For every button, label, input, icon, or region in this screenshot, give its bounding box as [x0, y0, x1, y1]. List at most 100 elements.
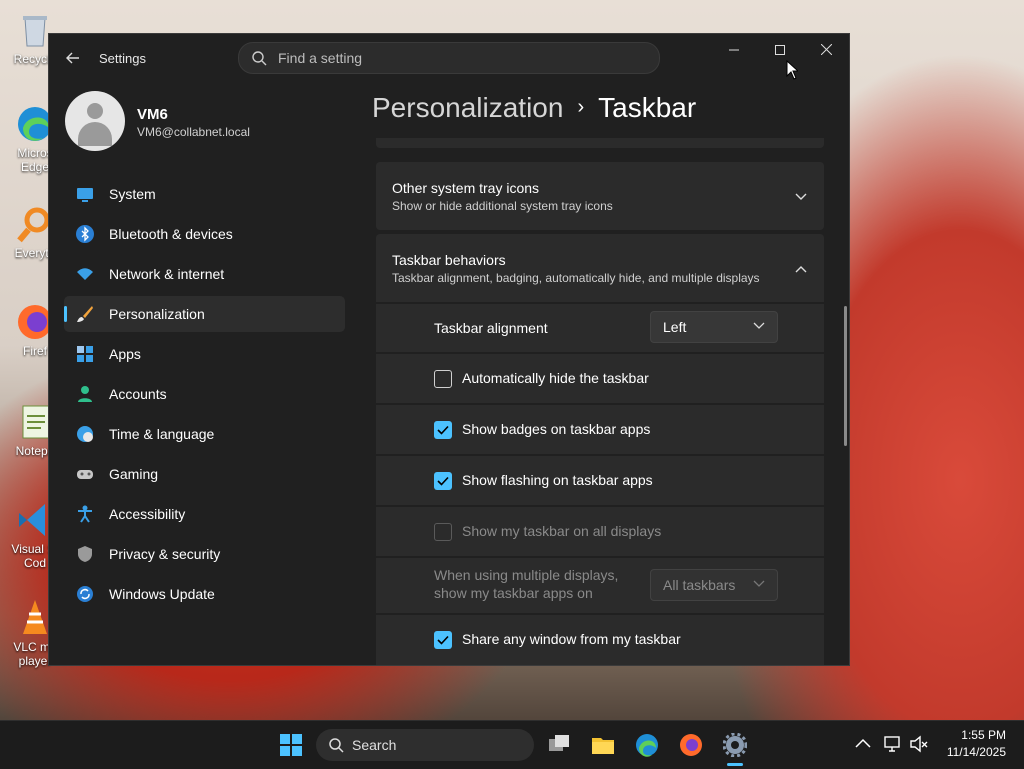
edge-icon[interactable] — [635, 733, 659, 757]
sidebar-item-privacy[interactable]: Privacy & security — [64, 536, 345, 572]
bluetooth-icon — [76, 225, 94, 243]
app-title: Settings — [99, 51, 146, 66]
avatar-body — [78, 122, 112, 146]
autohide-row: Automatically hide the taskbar — [376, 354, 824, 403]
breadcrumb-parent[interactable]: Personalization — [372, 92, 563, 123]
sidebar-item-label: Accessibility — [109, 506, 186, 522]
sidebar-item-accessibility[interactable]: Accessibility — [64, 496, 345, 532]
taskbar: Search 1:55 PM 11/14/2025 — [0, 720, 1024, 769]
chevron-up-icon — [795, 266, 807, 273]
multi-display-dropdown[interactable]: All taskbars — [650, 569, 778, 601]
all-displays-label: Show my taskbar on all displays — [462, 523, 662, 539]
multi-display-label-line2: show my taskbar apps on — [434, 585, 593, 601]
back-arrow-icon — [66, 52, 79, 64]
sidebar-item-personalization[interactable]: Personalization — [64, 296, 345, 332]
sidebar-item-label: Network & internet — [109, 266, 225, 282]
chevron-up-icon[interactable] — [853, 734, 873, 754]
task-view-icon[interactable] — [547, 733, 571, 757]
taskbar-behaviors-section[interactable]: Taskbar behaviors Taskbar alignment, bad… — [376, 234, 824, 302]
clock-date[interactable]: 11/14/2025 — [938, 745, 1006, 759]
minimize-button[interactable] — [711, 34, 757, 66]
avatar-head — [87, 103, 103, 119]
sidebar-nav: System Bluetooth & devices Network & int… — [64, 176, 345, 616]
avatar[interactable] — [65, 91, 125, 151]
chevron-down-icon — [795, 193, 807, 200]
sidebar-item-label: Personalization — [109, 306, 205, 322]
globe-clock-icon — [77, 426, 93, 442]
close-icon — [820, 43, 832, 56]
tray-icons-section[interactable]: Other system tray icons Show or hide add… — [376, 162, 824, 230]
close-button[interactable] — [803, 34, 849, 66]
sidebar-item-label: Windows Update — [109, 586, 215, 602]
gamepad-icon — [77, 470, 93, 479]
search-placeholder: Find a setting — [278, 50, 363, 66]
settings-content: Other system tray icons Show or hide add… — [376, 138, 824, 665]
breadcrumb-separator: › — [577, 96, 585, 118]
user-email: VM6@collabnet.local — [137, 125, 250, 139]
sidebar-item-time-language[interactable]: Time & language — [64, 416, 345, 452]
sidebar-item-label: Apps — [109, 346, 141, 362]
network-icon[interactable] — [883, 734, 903, 754]
start-icon[interactable] — [279, 733, 303, 757]
multi-display-label-line1: When using multiple displays, — [434, 567, 619, 583]
sidebar-item-gaming[interactable]: Gaming — [64, 456, 345, 492]
user-name: VM6 — [137, 106, 168, 123]
back-button[interactable] — [61, 46, 85, 70]
monitor-icon — [77, 188, 93, 202]
search-icon — [329, 738, 344, 753]
taskbar-alignment-label: Taskbar alignment — [434, 320, 548, 336]
sidebar-item-apps[interactable]: Apps — [64, 336, 345, 372]
checkmark-icon — [437, 635, 449, 645]
sidebar-item-label: System — [109, 186, 156, 202]
flashing-label: Show flashing on taskbar apps — [462, 472, 653, 488]
search-box[interactable]: Find a setting — [238, 42, 660, 74]
settings-icon[interactable] — [723, 733, 747, 757]
volume-mute-icon[interactable] — [909, 734, 929, 754]
wifi-icon — [77, 268, 93, 280]
sidebar-item-accounts[interactable]: Accounts — [64, 376, 345, 412]
taskbar-search[interactable]: Search — [316, 729, 534, 761]
sidebar-item-label: Time & language — [109, 426, 215, 442]
flashing-checkbox[interactable] — [434, 472, 452, 490]
accounts-icon — [78, 386, 92, 402]
content-scrollbar[interactable] — [844, 306, 847, 446]
taskbar-alignment-row: Taskbar alignment Left — [376, 304, 824, 352]
share-window-row: Share any window from my taskbar — [376, 615, 824, 665]
all-displays-checkbox[interactable] — [434, 523, 452, 541]
accessibility-icon — [78, 505, 92, 523]
share-window-label: Share any window from my taskbar — [462, 631, 681, 647]
sidebar-item-label: Bluetooth & devices — [109, 226, 233, 242]
flashing-row: Show flashing on taskbar apps — [376, 456, 824, 505]
dropdown-value: Left — [663, 319, 687, 335]
clock-time[interactable]: 1:55 PM — [938, 728, 1006, 742]
sidebar-item-network[interactable]: Network & internet — [64, 256, 345, 292]
sidebar-item-system[interactable]: System — [64, 176, 345, 212]
taskbar-alignment-dropdown[interactable]: Left — [650, 311, 778, 343]
badges-row: Show badges on taskbar apps — [376, 405, 824, 454]
minimize-icon — [729, 49, 739, 51]
firefox-icon[interactable] — [679, 733, 703, 757]
section-title: Other system tray icons — [392, 180, 540, 196]
search-icon — [252, 51, 267, 66]
share-window-checkbox[interactable] — [434, 631, 452, 649]
autohide-label: Automatically hide the taskbar — [462, 370, 649, 386]
apps-icon — [77, 346, 93, 362]
update-icon — [77, 586, 93, 602]
sidebar-item-windows-update[interactable]: Windows Update — [64, 576, 345, 612]
desktop-icon-label: Firef — [23, 344, 47, 358]
autohide-checkbox[interactable] — [434, 370, 452, 388]
sidebar-item-bluetooth[interactable]: Bluetooth & devices — [64, 216, 345, 252]
all-displays-row: Show my taskbar on all displays — [376, 507, 824, 556]
sidebar-item-label: Gaming — [109, 466, 159, 482]
dropdown-value: All taskbars — [663, 577, 736, 593]
file-explorer-icon[interactable] — [591, 733, 615, 757]
breadcrumb: Personalization › Taskbar — [372, 92, 696, 124]
checkmark-icon — [437, 476, 449, 486]
page-title: Taskbar — [598, 92, 697, 123]
shield-icon — [78, 546, 92, 562]
badges-checkbox[interactable] — [434, 421, 452, 439]
sidebar-item-label: Accounts — [109, 386, 167, 402]
title-bar: Settings Find a setting — [49, 34, 849, 82]
settings-window: Settings Find a setting VM6 VM6@collabne… — [48, 33, 850, 666]
sidebar-item-label: Privacy & security — [109, 546, 221, 562]
